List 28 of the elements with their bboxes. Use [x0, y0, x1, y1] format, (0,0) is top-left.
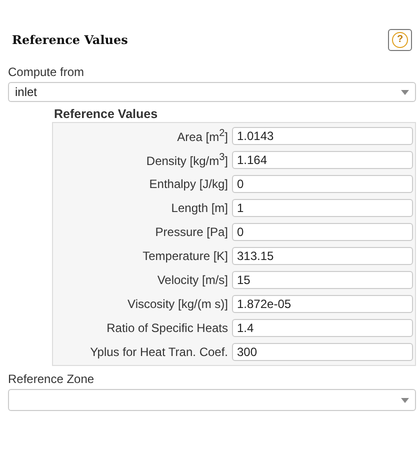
input-field[interactable]: 313.15 — [232, 247, 413, 265]
field-label: Length [m] — [171, 201, 228, 215]
caret-icon — [401, 90, 409, 94]
field-label: Pressure [Pa] — [155, 225, 228, 239]
input-field[interactable]: 1.4 — [232, 319, 413, 337]
reference-zone-dropdown[interactable] — [8, 389, 416, 411]
panel-title: Reference Values — [11, 33, 128, 47]
field-label: Yplus for Heat Tran. Coef. — [90, 345, 228, 359]
input-field[interactable]: 1.872e-05 — [232, 295, 413, 313]
input-field[interactable]: 0 — [232, 175, 413, 193]
caret-icon — [401, 398, 409, 402]
field-label: Area [m$^{2}$] — [177, 128, 228, 144]
input-field[interactable]: 0 — [232, 223, 413, 241]
field-label: Velocity [m/s] — [157, 273, 228, 287]
input-field[interactable]: 15 — [232, 271, 413, 289]
input-field[interactable]: 300 — [232, 343, 413, 361]
field-label: Ratio of Specific Heats — [106, 321, 228, 335]
input-field[interactable]: 1.164 — [232, 151, 413, 169]
field-label: Compute from — [8, 65, 84, 79]
compute-from-dropdown[interactable]: inlet — [8, 82, 416, 102]
input-field[interactable]: 1 — [232, 199, 413, 217]
group-title: Reference Values — [54, 107, 158, 121]
field-label: Viscosity [kg/(m s)] — [128, 297, 228, 311]
field-label: Density [kg/m$^{3}$] — [146, 152, 228, 168]
input-field[interactable]: 1.0143 — [232, 127, 413, 145]
field-label: Temperature [K] — [142, 249, 228, 263]
field-label: Enthalpy [J/kg] — [149, 177, 228, 191]
field-label: Reference Zone — [8, 372, 94, 386]
